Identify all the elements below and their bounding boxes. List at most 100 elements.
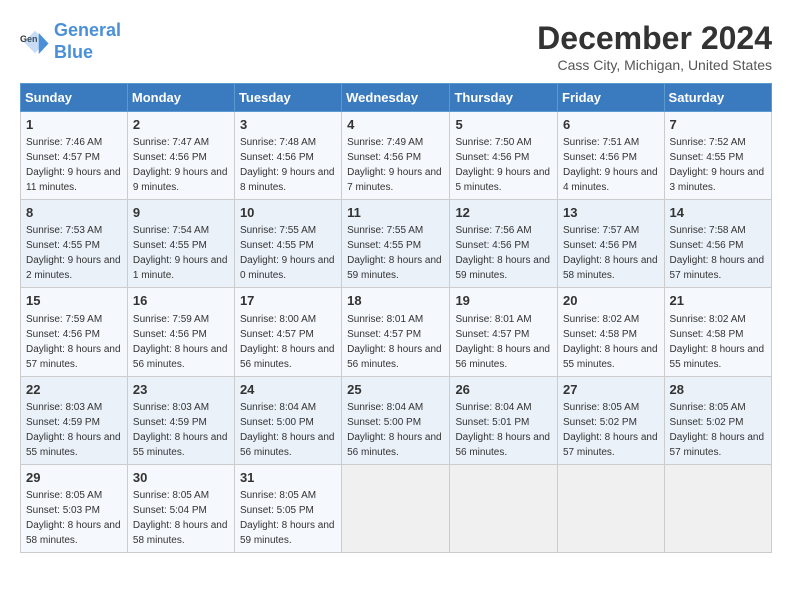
day-number: 24 [240, 381, 336, 399]
calendar-cell: 25 Sunrise: 8:04 AMSunset: 5:00 PMDaylig… [342, 376, 450, 464]
cell-text: Sunrise: 7:46 AMSunset: 4:57 PMDaylight:… [26, 137, 121, 193]
day-number: 18 [347, 292, 444, 310]
day-number: 1 [26, 116, 122, 134]
calendar-cell: 5 Sunrise: 7:50 AMSunset: 4:56 PMDayligh… [450, 112, 558, 200]
calendar-week-1: 1 Sunrise: 7:46 AMSunset: 4:57 PMDayligh… [21, 112, 772, 200]
day-number: 3 [240, 116, 336, 134]
cell-text: Sunrise: 7:57 AMSunset: 4:56 PMDaylight:… [563, 225, 658, 281]
page-header: Gen General Blue December 2024 Cass City… [20, 20, 772, 73]
cell-text: Sunrise: 7:54 AMSunset: 4:55 PMDaylight:… [133, 225, 228, 281]
cell-text: Sunrise: 7:58 AMSunset: 4:56 PMDaylight:… [670, 225, 765, 281]
day-number: 15 [26, 292, 122, 310]
calendar-cell: 8 Sunrise: 7:53 AMSunset: 4:55 PMDayligh… [21, 200, 128, 288]
calendar-cell: 2 Sunrise: 7:47 AMSunset: 4:56 PMDayligh… [127, 112, 234, 200]
calendar-cell: 19 Sunrise: 8:01 AMSunset: 4:57 PMDaylig… [450, 288, 558, 376]
calendar-cell [558, 464, 665, 552]
day-number: 6 [563, 116, 659, 134]
calendar-cell: 31 Sunrise: 8:05 AMSunset: 5:05 PMDaylig… [234, 464, 341, 552]
day-header-tuesday: Tuesday [234, 84, 341, 112]
logo: Gen General Blue [20, 20, 121, 63]
day-header-saturday: Saturday [664, 84, 771, 112]
subtitle: Cass City, Michigan, United States [537, 57, 772, 73]
logo-text: General Blue [54, 20, 121, 63]
cell-text: Sunrise: 8:05 AMSunset: 5:04 PMDaylight:… [133, 490, 228, 546]
day-number: 30 [133, 469, 229, 487]
day-number: 20 [563, 292, 659, 310]
calendar-cell [450, 464, 558, 552]
calendar-cell: 3 Sunrise: 7:48 AMSunset: 4:56 PMDayligh… [234, 112, 341, 200]
calendar-cell: 17 Sunrise: 8:00 AMSunset: 4:57 PMDaylig… [234, 288, 341, 376]
day-number: 17 [240, 292, 336, 310]
day-number: 11 [347, 204, 444, 222]
calendar-cell: 29 Sunrise: 8:05 AMSunset: 5:03 PMDaylig… [21, 464, 128, 552]
day-header-monday: Monday [127, 84, 234, 112]
calendar-cell [664, 464, 771, 552]
day-number: 10 [240, 204, 336, 222]
calendar-cell: 18 Sunrise: 8:01 AMSunset: 4:57 PMDaylig… [342, 288, 450, 376]
day-number: 22 [26, 381, 122, 399]
calendar-week-5: 29 Sunrise: 8:05 AMSunset: 5:03 PMDaylig… [21, 464, 772, 552]
day-number: 7 [670, 116, 766, 134]
calendar-cell: 22 Sunrise: 8:03 AMSunset: 4:59 PMDaylig… [21, 376, 128, 464]
calendar-table: SundayMondayTuesdayWednesdayThursdayFrid… [20, 83, 772, 553]
day-number: 29 [26, 469, 122, 487]
day-number: 13 [563, 204, 659, 222]
cell-text: Sunrise: 7:56 AMSunset: 4:56 PMDaylight:… [455, 225, 550, 281]
calendar-cell [342, 464, 450, 552]
day-header-friday: Friday [558, 84, 665, 112]
calendar-body: 1 Sunrise: 7:46 AMSunset: 4:57 PMDayligh… [21, 112, 772, 553]
cell-text: Sunrise: 8:01 AMSunset: 4:57 PMDaylight:… [347, 314, 442, 370]
day-number: 9 [133, 204, 229, 222]
day-number: 26 [455, 381, 552, 399]
calendar-header-row: SundayMondayTuesdayWednesdayThursdayFrid… [21, 84, 772, 112]
cell-text: Sunrise: 8:02 AMSunset: 4:58 PMDaylight:… [563, 314, 658, 370]
calendar-cell: 11 Sunrise: 7:55 AMSunset: 4:55 PMDaylig… [342, 200, 450, 288]
calendar-cell: 10 Sunrise: 7:55 AMSunset: 4:55 PMDaylig… [234, 200, 341, 288]
day-number: 4 [347, 116, 444, 134]
day-number: 27 [563, 381, 659, 399]
cell-text: Sunrise: 7:49 AMSunset: 4:56 PMDaylight:… [347, 137, 442, 193]
cell-text: Sunrise: 7:59 AMSunset: 4:56 PMDaylight:… [133, 314, 228, 370]
cell-text: Sunrise: 8:02 AMSunset: 4:58 PMDaylight:… [670, 314, 765, 370]
cell-text: Sunrise: 8:04 AMSunset: 5:00 PMDaylight:… [347, 402, 442, 458]
day-number: 21 [670, 292, 766, 310]
logo-icon: Gen [20, 27, 50, 57]
cell-text: Sunrise: 7:52 AMSunset: 4:55 PMDaylight:… [670, 137, 765, 193]
cell-text: Sunrise: 8:03 AMSunset: 4:59 PMDaylight:… [133, 402, 228, 458]
title-area: December 2024 Cass City, Michigan, Unite… [537, 20, 772, 73]
calendar-cell: 14 Sunrise: 7:58 AMSunset: 4:56 PMDaylig… [664, 200, 771, 288]
cell-text: Sunrise: 8:01 AMSunset: 4:57 PMDaylight:… [455, 314, 550, 370]
calendar-week-2: 8 Sunrise: 7:53 AMSunset: 4:55 PMDayligh… [21, 200, 772, 288]
calendar-cell: 6 Sunrise: 7:51 AMSunset: 4:56 PMDayligh… [558, 112, 665, 200]
calendar-cell: 4 Sunrise: 7:49 AMSunset: 4:56 PMDayligh… [342, 112, 450, 200]
calendar-cell: 23 Sunrise: 8:03 AMSunset: 4:59 PMDaylig… [127, 376, 234, 464]
cell-text: Sunrise: 8:05 AMSunset: 5:03 PMDaylight:… [26, 490, 121, 546]
cell-text: Sunrise: 8:05 AMSunset: 5:05 PMDaylight:… [240, 490, 335, 546]
calendar-cell: 27 Sunrise: 8:05 AMSunset: 5:02 PMDaylig… [558, 376, 665, 464]
cell-text: Sunrise: 7:59 AMSunset: 4:56 PMDaylight:… [26, 314, 121, 370]
day-header-thursday: Thursday [450, 84, 558, 112]
calendar-cell: 16 Sunrise: 7:59 AMSunset: 4:56 PMDaylig… [127, 288, 234, 376]
calendar-cell: 7 Sunrise: 7:52 AMSunset: 4:55 PMDayligh… [664, 112, 771, 200]
cell-text: Sunrise: 7:50 AMSunset: 4:56 PMDaylight:… [455, 137, 550, 193]
calendar-cell: 21 Sunrise: 8:02 AMSunset: 4:58 PMDaylig… [664, 288, 771, 376]
cell-text: Sunrise: 8:05 AMSunset: 5:02 PMDaylight:… [563, 402, 658, 458]
day-number: 19 [455, 292, 552, 310]
day-number: 25 [347, 381, 444, 399]
day-number: 12 [455, 204, 552, 222]
cell-text: Sunrise: 7:55 AMSunset: 4:55 PMDaylight:… [347, 225, 442, 281]
calendar-cell: 26 Sunrise: 8:04 AMSunset: 5:01 PMDaylig… [450, 376, 558, 464]
calendar-cell: 15 Sunrise: 7:59 AMSunset: 4:56 PMDaylig… [21, 288, 128, 376]
cell-text: Sunrise: 8:03 AMSunset: 4:59 PMDaylight:… [26, 402, 121, 458]
calendar-cell: 20 Sunrise: 8:02 AMSunset: 4:58 PMDaylig… [558, 288, 665, 376]
cell-text: Sunrise: 8:00 AMSunset: 4:57 PMDaylight:… [240, 314, 335, 370]
cell-text: Sunrise: 7:47 AMSunset: 4:56 PMDaylight:… [133, 137, 228, 193]
cell-text: Sunrise: 7:53 AMSunset: 4:55 PMDaylight:… [26, 225, 121, 281]
day-number: 14 [670, 204, 766, 222]
day-header-wednesday: Wednesday [342, 84, 450, 112]
day-header-sunday: Sunday [21, 84, 128, 112]
cell-text: Sunrise: 8:04 AMSunset: 5:01 PMDaylight:… [455, 402, 550, 458]
calendar-week-4: 22 Sunrise: 8:03 AMSunset: 4:59 PMDaylig… [21, 376, 772, 464]
calendar-cell: 28 Sunrise: 8:05 AMSunset: 5:02 PMDaylig… [664, 376, 771, 464]
day-number: 23 [133, 381, 229, 399]
